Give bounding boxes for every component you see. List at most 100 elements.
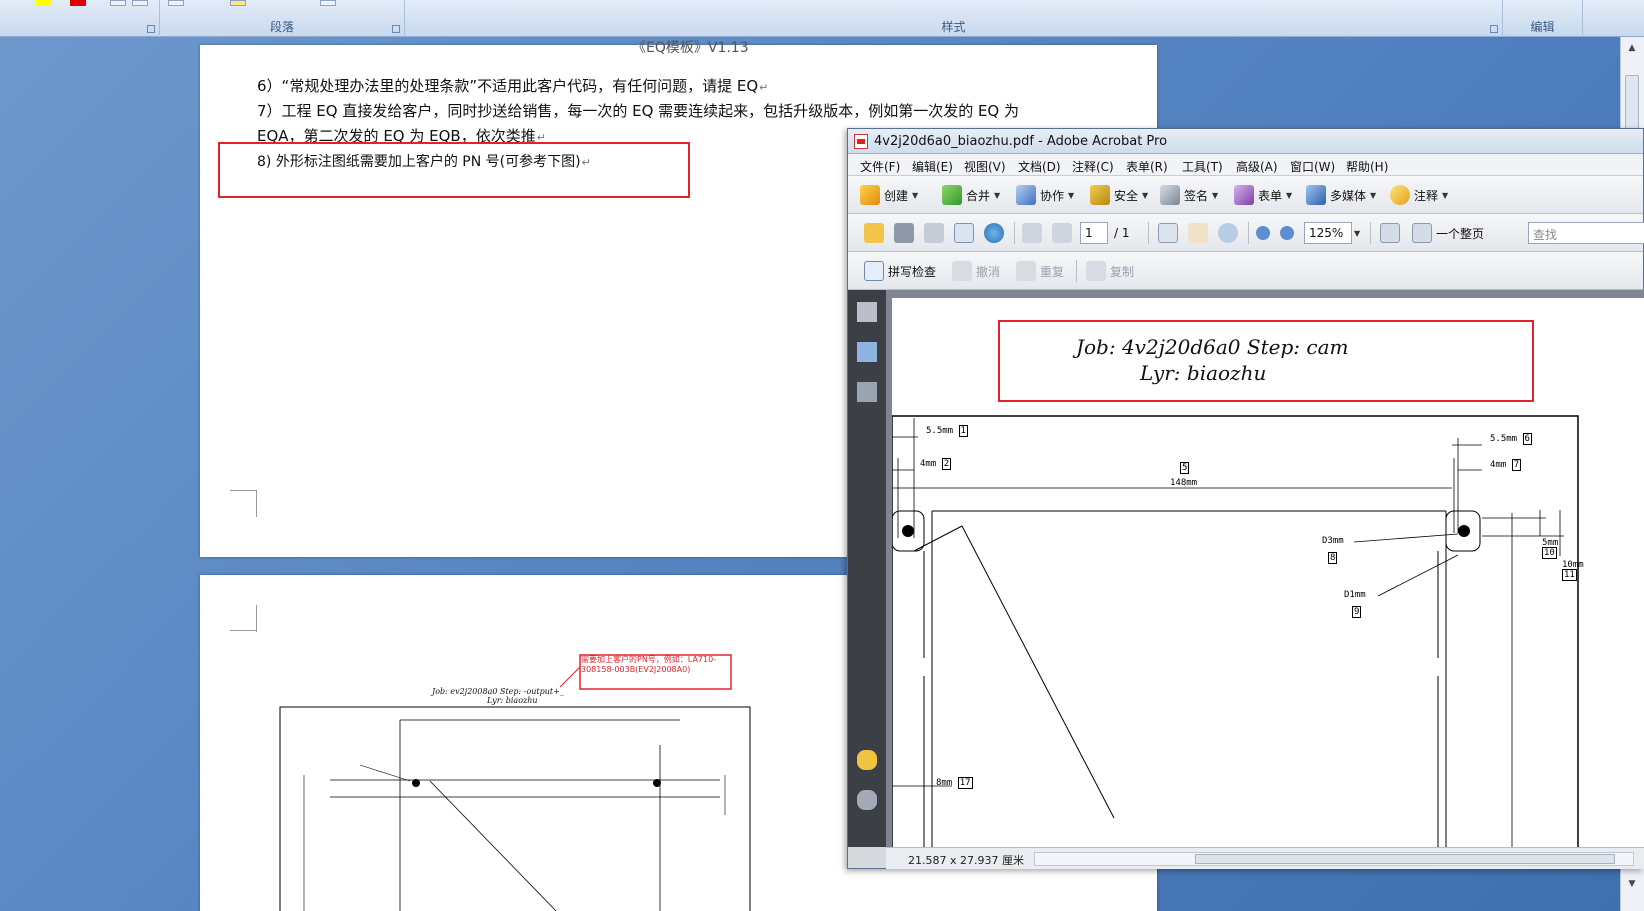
comment-button[interactable]: 注释 ▼ bbox=[1390, 184, 1448, 206]
multimedia-button[interactable]: 多媒体 ▼ bbox=[1306, 184, 1376, 206]
multimedia-label: 多媒体 bbox=[1330, 188, 1367, 203]
dim-10: 5mm 10 bbox=[1542, 538, 1558, 559]
upload-button[interactable] bbox=[984, 222, 1004, 244]
ribbon-group-label-styles: 样式 bbox=[941, 20, 966, 34]
doc-line-6: 6）“常规处理办法里的处理条款”不适用此客户代码，有任何问题，请提 EQ↵ bbox=[257, 75, 768, 96]
spell-check-label: 拼写检查 bbox=[888, 264, 937, 279]
menu-document[interactable]: 文档(D) bbox=[1018, 158, 1061, 175]
combine-button[interactable]: 合并 ▼ bbox=[942, 184, 1000, 206]
paperclip-icon[interactable] bbox=[857, 790, 877, 810]
horizontal-scroll-thumb[interactable] bbox=[1195, 854, 1615, 864]
para-shading-button[interactable] bbox=[230, 0, 246, 6]
copy-label: 复制 bbox=[1110, 264, 1135, 279]
dim-2: 4mm 2 bbox=[920, 458, 952, 470]
dim-17: 8mm 17 bbox=[936, 777, 973, 789]
doc-line-6-text: 6）“常规处理办法里的处理条款”不适用此客户代码，有任何问题，请提 EQ bbox=[257, 77, 759, 95]
dim-7-tag: 7 bbox=[1511, 459, 1522, 471]
menu-window[interactable]: 窗口(W) bbox=[1290, 158, 1335, 175]
dropdown-caret-icon: ▼ bbox=[1442, 190, 1449, 200]
globe-arrow-icon bbox=[984, 223, 1004, 243]
select-tool-button[interactable] bbox=[1158, 222, 1178, 244]
print-button[interactable] bbox=[894, 222, 914, 244]
acrobat-title-bar[interactable]: 4v2j20d6a0_biaozhu.pdf - Adobe Acrobat P… bbox=[848, 129, 1643, 154]
scroll-down-arrow-icon[interactable]: ▼ bbox=[1625, 877, 1639, 891]
forms-label: 表单 bbox=[1258, 188, 1283, 203]
font-color-swatch[interactable] bbox=[70, 0, 86, 6]
forms-button[interactable]: 表单 ▼ bbox=[1234, 184, 1292, 206]
redo-button[interactable]: 重复 bbox=[1016, 260, 1064, 282]
pn-note-text: 需要加上客户的PN号，例如：LA710-308158-003B(EV2J2008… bbox=[581, 655, 717, 674]
scrolling-mode-button[interactable] bbox=[1380, 222, 1400, 244]
font-dialog-launcher[interactable] bbox=[147, 25, 155, 33]
navigation-toolbar: 1 / 1 125% ▼ 一个整页 查找 bbox=[848, 214, 1644, 252]
comments-panel-icon[interactable] bbox=[857, 750, 877, 770]
ribbon-group-editing: 编辑 bbox=[1503, 0, 1583, 37]
signatures-panel-icon[interactable] bbox=[857, 382, 877, 402]
menu-forms[interactable]: 表单(R) bbox=[1126, 158, 1168, 175]
sign-button[interactable]: 签名 ▼ bbox=[1160, 184, 1218, 206]
dropdown-caret-icon: ▼ bbox=[1286, 190, 1293, 200]
dim-5-tag: 5 bbox=[1180, 462, 1190, 474]
next-page-button[interactable] bbox=[1052, 222, 1072, 244]
dim-1-tag: 1 bbox=[958, 425, 968, 437]
hand-icon bbox=[1188, 223, 1208, 243]
crop-mark-2 bbox=[256, 490, 283, 517]
zoom-in-button[interactable] bbox=[1280, 222, 1294, 244]
search-input[interactable]: 查找 bbox=[1528, 222, 1644, 244]
open-button[interactable] bbox=[864, 222, 884, 244]
paragraph-mark-icon: ↵ bbox=[759, 81, 769, 94]
pdf-file-icon bbox=[854, 134, 868, 149]
paragraph-dialog-launcher[interactable] bbox=[392, 25, 400, 33]
prev-page-button[interactable] bbox=[1022, 222, 1042, 244]
save-button[interactable] bbox=[924, 222, 944, 244]
menu-advanced[interactable]: 高级(A) bbox=[1236, 158, 1278, 175]
highlight-color-swatch[interactable] bbox=[36, 0, 52, 6]
secure-button[interactable]: 安全 ▼ bbox=[1090, 184, 1148, 206]
zoom-dropdown[interactable]: ▼ bbox=[1354, 222, 1360, 244]
hand-tool-button[interactable] bbox=[1188, 222, 1208, 244]
spell-check-button[interactable]: 拼写检查 bbox=[864, 260, 936, 282]
menu-comments[interactable]: 注释(C) bbox=[1072, 158, 1114, 175]
redo-label: 重复 bbox=[1040, 264, 1065, 279]
horizontal-scrollbar[interactable] bbox=[1034, 852, 1634, 866]
pages-panel-icon[interactable] bbox=[857, 302, 877, 322]
header-fragment: 《EQ模板》V1.13 bbox=[632, 40, 749, 56]
copy-button[interactable]: 复制 bbox=[1086, 260, 1134, 282]
toolbar-separator bbox=[1148, 222, 1149, 244]
menu-tools[interactable]: 工具(T) bbox=[1182, 158, 1223, 175]
page-total-label: / 1 bbox=[1114, 226, 1130, 240]
font-mini-button[interactable] bbox=[110, 0, 126, 6]
zoom-out-button[interactable] bbox=[1256, 222, 1270, 244]
zoom-tool-button[interactable] bbox=[1218, 222, 1238, 244]
create-button[interactable]: 创建 ▼ bbox=[860, 184, 918, 206]
zoom-level-select[interactable]: 125% bbox=[1304, 222, 1352, 244]
highlight-box-line-8 bbox=[218, 142, 690, 198]
acrobat-title-text: 4v2j20d6a0_biaozhu.pdf - Adobe Acrobat P… bbox=[874, 134, 1168, 149]
menu-file[interactable]: 文件(F) bbox=[860, 158, 900, 175]
pdf-document-view[interactable]: Job: 4v2j20d6a0 Step: cam Lyr: biaozhu 5… bbox=[886, 290, 1644, 847]
printer-icon bbox=[894, 223, 914, 243]
undo-button[interactable]: 撤消 bbox=[952, 260, 1000, 282]
toolbar-separator bbox=[1076, 260, 1077, 282]
menu-help[interactable]: 帮助(H) bbox=[1346, 158, 1388, 175]
menu-view[interactable]: 视图(V) bbox=[964, 158, 1006, 175]
acrobat-window[interactable]: 4v2j20d6a0_biaozhu.pdf - Adobe Acrobat P… bbox=[847, 128, 1644, 869]
bookmarks-panel-icon[interactable] bbox=[857, 342, 877, 362]
para-mini-button[interactable] bbox=[168, 0, 184, 6]
comment-bubble-icon bbox=[1390, 185, 1410, 205]
page-total: / 1 bbox=[1114, 222, 1130, 244]
combine-icon bbox=[942, 185, 962, 205]
collaborate-button[interactable]: 协作 ▼ bbox=[1016, 184, 1074, 206]
para-border-button[interactable] bbox=[320, 0, 336, 6]
menu-edit[interactable]: 编辑(E) bbox=[912, 158, 953, 175]
page-number-input[interactable]: 1 bbox=[1080, 222, 1108, 244]
lock-icon bbox=[1090, 185, 1110, 205]
email-button[interactable] bbox=[954, 222, 974, 244]
text-select-cursor-icon bbox=[1158, 223, 1178, 243]
page-size-text: 21.587 x 27.937 厘米 bbox=[908, 854, 1024, 867]
fit-page-button[interactable]: 一个整页 bbox=[1412, 222, 1484, 244]
styles-dialog-launcher[interactable] bbox=[1490, 25, 1498, 33]
scroll-up-arrow-icon[interactable]: ▲ bbox=[1625, 41, 1639, 55]
comment-label: 注释 bbox=[1414, 188, 1439, 203]
font-mini-button-2[interactable] bbox=[132, 0, 148, 6]
